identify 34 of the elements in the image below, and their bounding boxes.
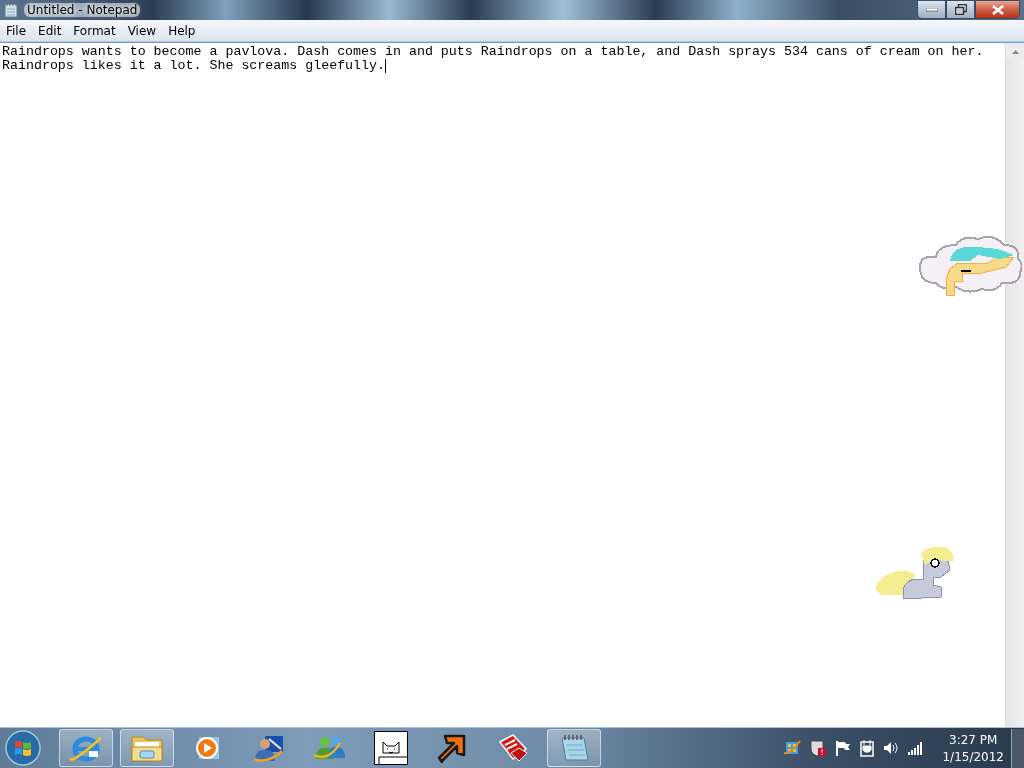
folder-icon — [130, 733, 164, 763]
text-line: Raindrops wants to become a pavlova. Dash comes in and puts Raindrops on a table, and Dash sprays 534 cans of cream on her. — [2, 45, 984, 59]
user-monitor-icon — [253, 733, 285, 763]
restore-icon — [954, 4, 967, 15]
menu-item[interactable]: Format — [67, 21, 122, 40]
text-area[interactable]: Raindrops wants to become a pavlova. Dash comes in and puts Raindrops on a table, and Dash sprays 534 cans of cream on her. Raindrops likes it a lot. She screams gleefully. — [0, 43, 1005, 727]
menu-item[interactable]: File — [0, 21, 33, 40]
menu-item[interactable]: Help — [162, 21, 202, 40]
flag-icon[interactable] — [835, 740, 852, 756]
close-icon — [991, 4, 1004, 15]
text-cursor — [385, 59, 386, 73]
media-player-icon — [195, 734, 221, 762]
notepad-icon — [4, 2, 18, 18]
clock-time[interactable]: 3:27 PM — [949, 732, 998, 747]
cat-picture-icon — [374, 731, 408, 765]
close-button[interactable] — [975, 0, 1020, 19]
up-arrow-icon[interactable] — [1011, 49, 1019, 54]
minimize-icon — [925, 7, 938, 12]
speaker-icon[interactable] — [883, 740, 900, 756]
signal-bars-icon[interactable] — [907, 741, 924, 755]
cards-icon — [497, 733, 529, 763]
restore-button[interactable] — [946, 0, 975, 19]
notepad-icon — [558, 732, 590, 764]
start-button[interactable] — [4, 729, 42, 767]
update-icon[interactable] — [783, 739, 802, 757]
shield-warning-icon[interactable] — [809, 739, 828, 757]
clock-date[interactable]: 1/15/2012 — [942, 749, 1004, 764]
minimize-button[interactable] — [917, 0, 946, 19]
show-desktop-button[interactable] — [1011, 728, 1024, 768]
scroll-bar[interactable] — [1005, 43, 1024, 727]
text-line: Raindrops likes it a lot. She screams gleefully. — [2, 59, 385, 73]
arrow-icon — [436, 732, 468, 764]
menu-item[interactable]: View — [121, 21, 163, 40]
menu-item[interactable]: Edit — [32, 21, 68, 40]
